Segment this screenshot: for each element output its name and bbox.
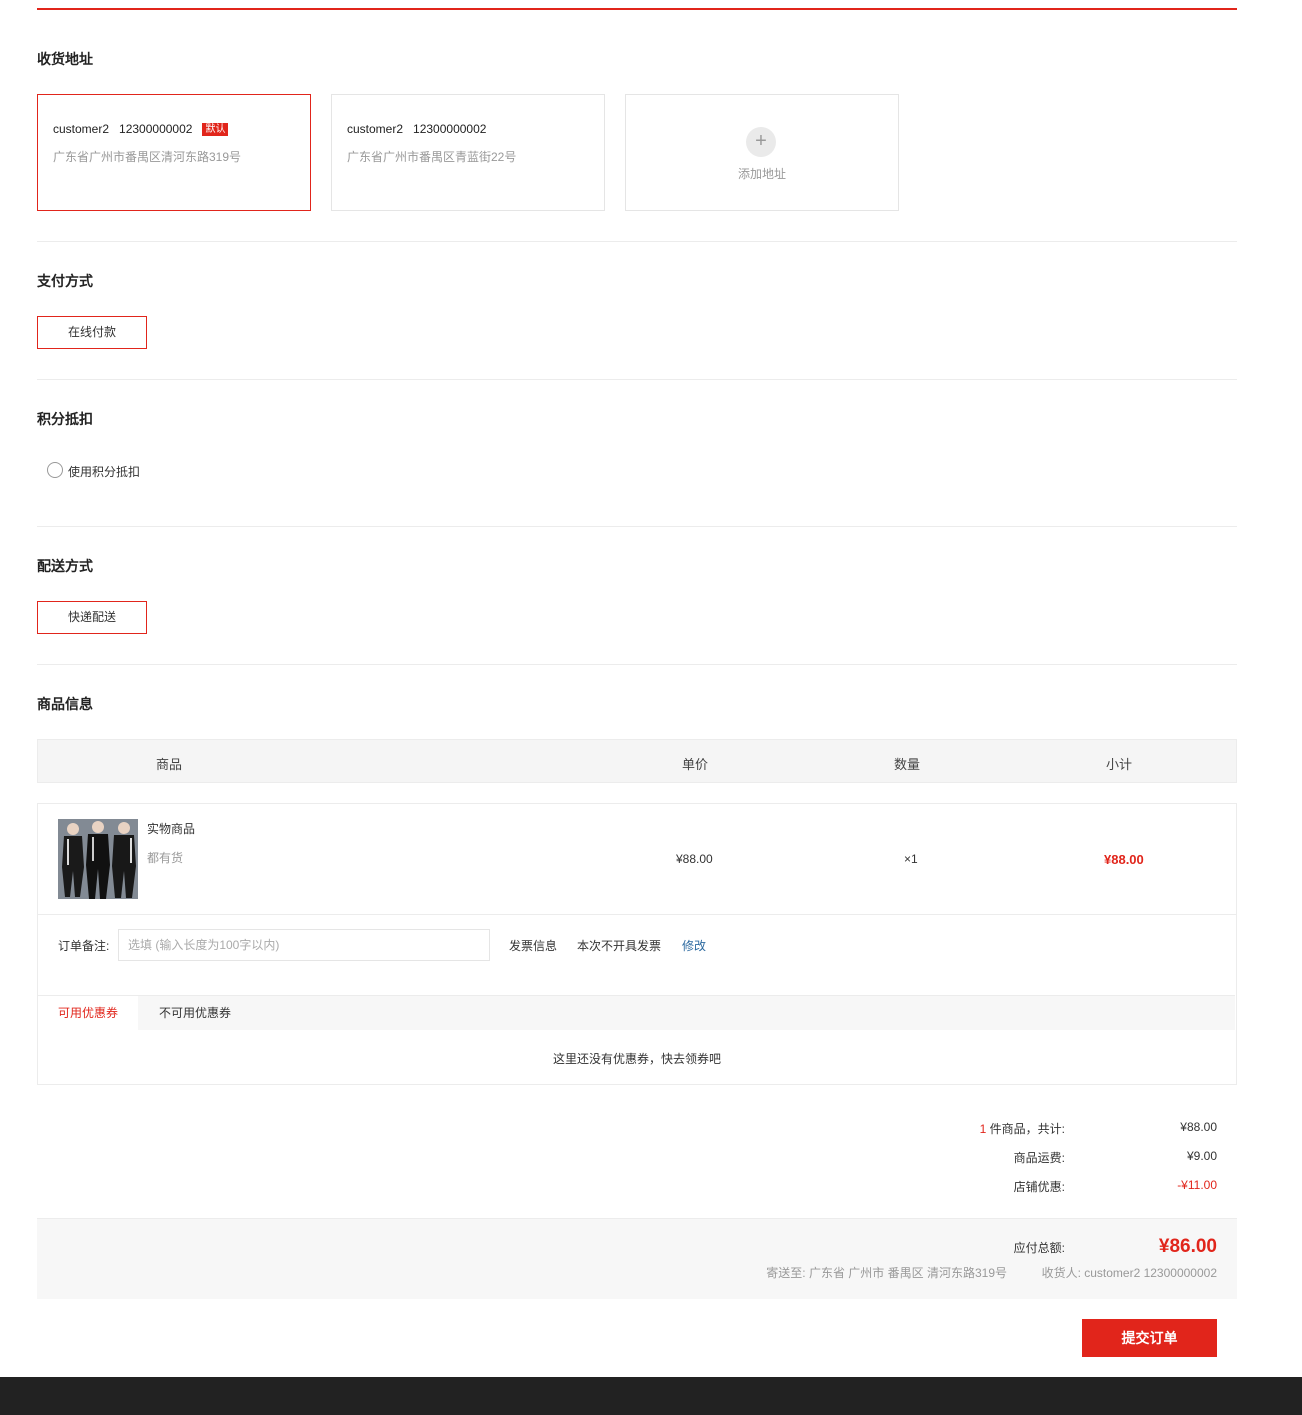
column-header-product: 商品 — [156, 757, 183, 772]
section-divider — [37, 664, 1237, 665]
points-section-title: 积分抵扣 — [37, 411, 93, 427]
use-points-label[interactable]: 使用积分抵扣 — [68, 463, 140, 480]
tab-unavailable-coupons[interactable]: 不可用优惠券 — [139, 996, 251, 1031]
goods-count-summary: 1 件商品，共计: — [980, 1120, 1065, 1137]
goods-table-header: 商品 单价 数量 小计 — [37, 739, 1237, 783]
address-section-title: 收货地址 — [37, 51, 93, 67]
column-header-subtotal: 小计 — [1106, 757, 1133, 772]
page-footer — [0, 1377, 1302, 1415]
product-name[interactable]: 实物商品 — [147, 820, 195, 837]
payable-total-label: 应付总额: — [1013, 1241, 1065, 1255]
shipping-fee-value: ¥9.00 — [1186, 1149, 1217, 1163]
receiver-info: 收货人: customer2 12300000002 — [1041, 1266, 1217, 1280]
address-detail: 广东省广州市番禺区清河东路319号 — [53, 150, 242, 164]
online-payment-option[interactable]: 在线付款 — [37, 316, 147, 349]
address-name: customer2 — [53, 122, 110, 136]
address-contact: customer2 12300000002 默认 — [53, 122, 229, 136]
goods-count-label: 件商品，共计: — [989, 1122, 1065, 1136]
order-note-input[interactable] — [118, 929, 490, 961]
address-card-default[interactable]: customer2 12300000002 默认 广东省广州市番禺区清河东路319号 — [37, 94, 311, 211]
store-discount-label: 店铺优惠: — [1013, 1180, 1065, 1194]
order-note-label: 订单备注: — [58, 939, 110, 953]
product-stock-status: 都有货 — [147, 851, 184, 865]
goods-total-value: ¥88.00 — [1180, 1120, 1217, 1134]
delivery-section-title: 配送方式 — [37, 558, 93, 574]
add-address-label: 添加地址 — [737, 167, 786, 181]
column-header-price: 单价 — [682, 757, 709, 772]
tab-available-coupons[interactable]: 可用优惠券 — [38, 996, 139, 1031]
address-phone: 12300000002 — [119, 122, 193, 136]
payable-total-value: ¥86.00 — [1158, 1236, 1217, 1257]
add-address-card[interactable]: + 添加地址 — [625, 94, 899, 211]
payable-total-box — [37, 1218, 1237, 1299]
coupon-empty-message: 这里还没有优惠券，快去领券吧 — [552, 1052, 721, 1066]
address-card-2[interactable]: customer2 12300000002 广东省广州市番禺区青蓝街22号 — [331, 94, 605, 211]
product-unit-price: ¥88.00 — [676, 852, 713, 866]
top-accent-line — [37, 8, 1237, 10]
column-header-quantity: 数量 — [894, 757, 921, 772]
submit-order-button[interactable]: 提交订单 — [1082, 1319, 1217, 1357]
section-divider — [37, 379, 1237, 380]
address-phone: 12300000002 — [413, 122, 487, 136]
shipping-fee-label: 商品运费: — [1013, 1151, 1065, 1165]
coupon-tabs: 可用优惠券 不可用优惠券 — [38, 995, 1235, 1031]
product-quantity: ×1 — [904, 852, 918, 866]
address-name: customer2 — [347, 122, 404, 136]
address-detail: 广东省广州市番禺区青蓝街22号 — [347, 150, 517, 164]
product-subtotal: ¥88.00 — [1104, 852, 1144, 867]
ship-to-address: 寄送至: 广东省 广州市 番禺区 清河东路319号 — [766, 1266, 1007, 1280]
goods-count: 1 — [979, 1122, 987, 1136]
invoice-value: 本次不开具发票 — [577, 939, 662, 953]
store-discount-value: -¥11.00 — [1177, 1178, 1217, 1192]
express-delivery-option[interactable]: 快递配送 — [37, 601, 147, 634]
goods-section-title: 商品信息 — [37, 696, 93, 712]
default-badge: 默认 — [202, 123, 229, 136]
address-contact: customer2 12300000002 — [347, 122, 486, 136]
use-points-radio[interactable] — [47, 462, 63, 478]
invoice-label: 发票信息 — [509, 939, 558, 953]
row-divider — [38, 914, 1236, 915]
plus-icon: + — [746, 127, 776, 157]
payment-section-title: 支付方式 — [37, 273, 93, 289]
invoice-edit-link[interactable]: 修改 — [682, 937, 706, 954]
product-image[interactable] — [58, 819, 138, 899]
section-divider — [37, 526, 1237, 527]
section-divider — [37, 241, 1237, 242]
